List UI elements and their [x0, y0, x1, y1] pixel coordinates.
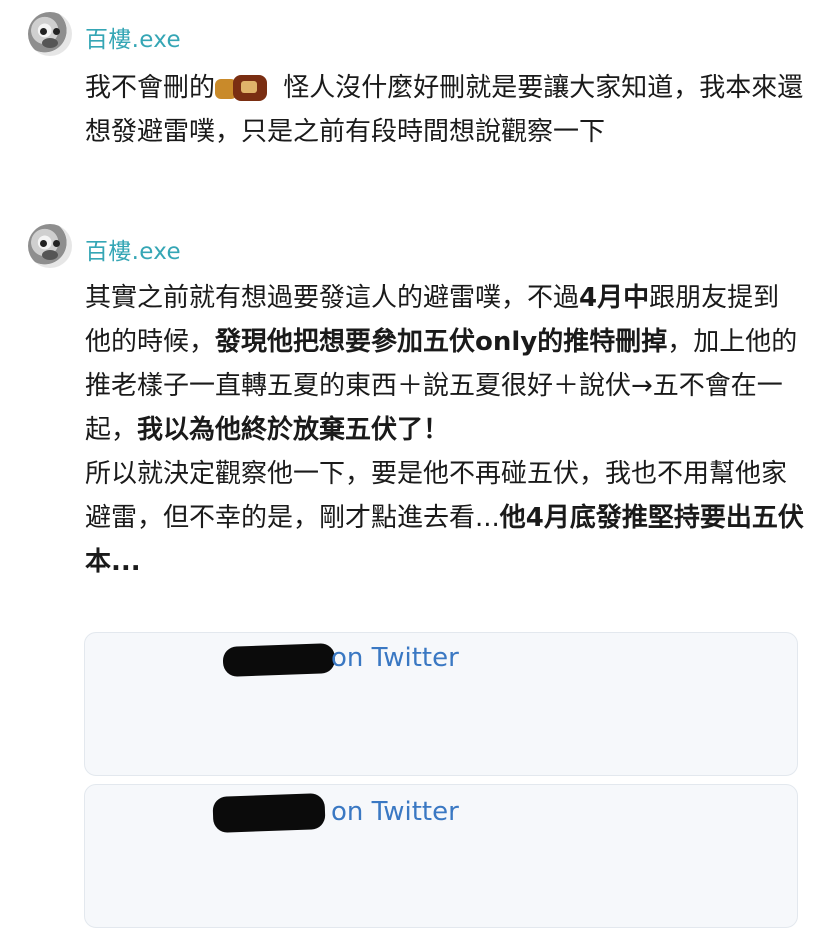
avatar-snout: [42, 250, 58, 260]
post-text: 我不會刪的: [85, 73, 216, 103]
redacted-account-name: [222, 643, 336, 677]
post-text-bold: 我以為他終於放棄五伏了！: [137, 415, 450, 445]
avatar-eye: [40, 28, 47, 35]
avatar-snout: [42, 38, 58, 48]
avatar[interactable]: [28, 224, 72, 268]
post-text-bold: 4月中: [579, 283, 650, 313]
avatar-eye: [53, 28, 60, 35]
emoji-sticker-icon: [215, 73, 269, 101]
avatar-eye: [40, 240, 47, 247]
post-text: 其實之前就有想過要發這人的避雷噗，不過: [85, 283, 580, 313]
twitter-embed-label[interactable]: on Twitter: [331, 797, 459, 827]
twitter-embed-card[interactable]: on Twitter: [84, 632, 798, 776]
username[interactable]: 百樓.exe: [85, 20, 181, 54]
username[interactable]: 百樓.exe: [85, 232, 181, 266]
twitter-embed-label[interactable]: on Twitter: [331, 643, 459, 673]
post-content: 其實之前就有想過要發這人的避雷噗，不過4月中跟朋友提到他的時候，發現他把想要參加…: [85, 276, 805, 584]
twitter-embed-card[interactable]: on Twitter: [84, 784, 798, 928]
redacted-account-name: [212, 793, 326, 833]
post-content: 我不會刪的 怪人沒什麼好刪就是要讓大家知道，我本來還想發避雷噗，只是之前有段時間…: [85, 66, 805, 154]
avatar-eye: [53, 240, 60, 247]
post-text-bold: 發現他把想要參加五伏only的推特刪掉: [215, 327, 668, 357]
avatar[interactable]: [28, 12, 72, 56]
